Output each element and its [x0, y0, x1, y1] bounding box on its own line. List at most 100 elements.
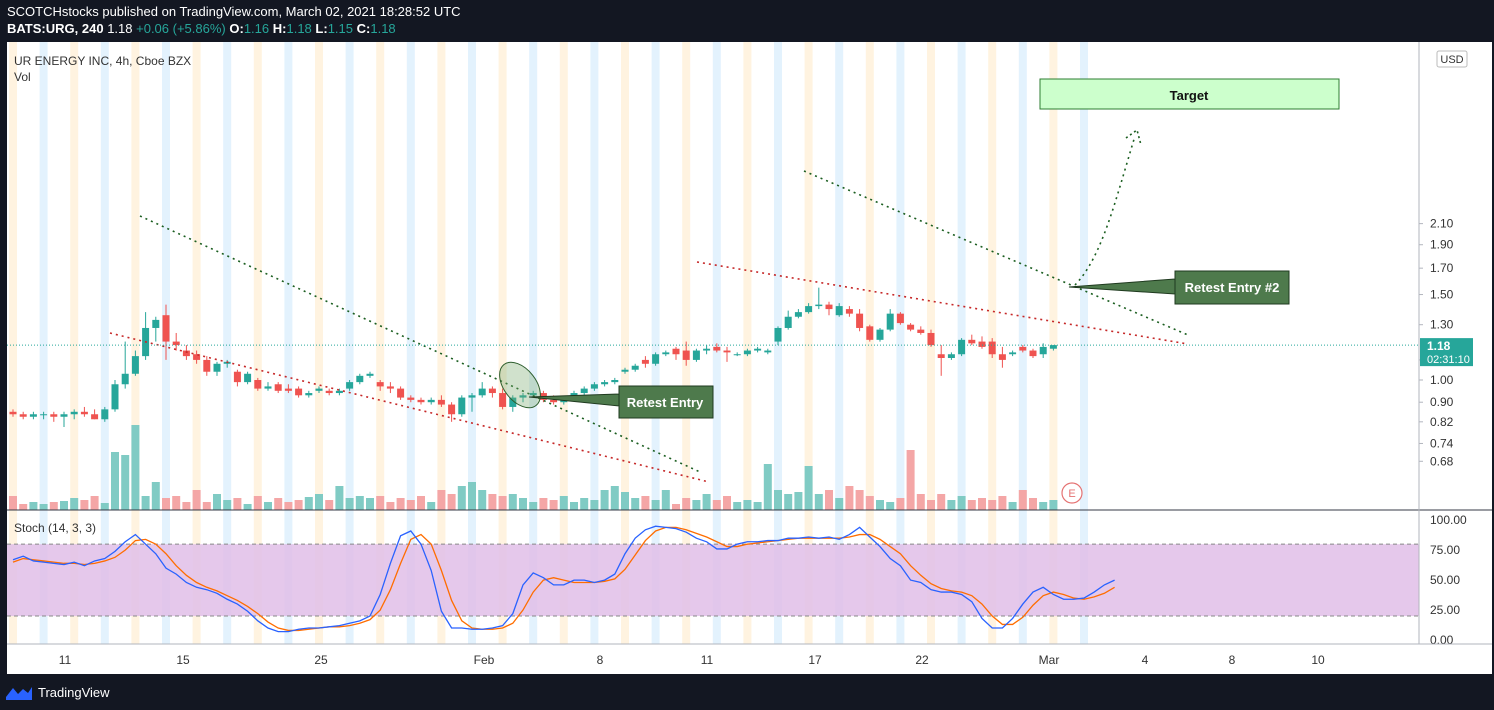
time-tick-label: 10	[1311, 653, 1325, 667]
candle	[386, 382, 394, 394]
volume-bar	[151, 482, 160, 510]
volume-bar	[865, 496, 874, 510]
volume-bar	[468, 482, 476, 510]
candle	[947, 352, 955, 360]
volume-bar	[702, 494, 711, 510]
stoch-legend[interactable]: Stoch (14, 3, 3)	[14, 521, 96, 535]
candle	[968, 334, 976, 346]
volume-bar	[457, 486, 466, 510]
earnings-marker[interactable]: E	[1061, 482, 1083, 504]
volume-bar	[570, 502, 578, 510]
volume-bar	[49, 502, 58, 510]
stoch-tick-label: 25.00	[1430, 603, 1460, 617]
stoch-tick-label: 50.00	[1430, 573, 1460, 587]
volume-bar	[202, 502, 211, 510]
candle	[356, 373, 364, 385]
volume-bar	[733, 502, 742, 510]
volume-bar	[29, 502, 38, 510]
candle	[50, 411, 58, 422]
candle	[244, 371, 252, 385]
price-tick-label: 0.68	[1430, 454, 1454, 468]
candle	[784, 310, 792, 330]
volume-bar	[396, 498, 405, 510]
volume-bar	[804, 466, 813, 510]
volume-bar	[559, 496, 568, 510]
volume-bar	[784, 494, 793, 510]
retest-label-1: Retest Entry	[627, 395, 704, 410]
volume-bar	[896, 498, 905, 510]
symbol-label[interactable]: BATS:URG, 240	[7, 21, 104, 36]
volume-bar	[223, 500, 232, 510]
volume-bar	[998, 496, 1007, 510]
low-value: 1.15	[327, 21, 354, 36]
candle	[488, 386, 496, 398]
footer[interactable]: TradingView	[6, 681, 110, 703]
target-box[interactable]: Target	[1039, 78, 1340, 110]
volume-bar	[376, 496, 385, 510]
volume-bar	[478, 490, 487, 510]
candle	[397, 386, 405, 400]
time-tick-label: 4	[1142, 653, 1149, 667]
time-axis[interactable]: 11 15 25 Feb 8 11 17 22 Mar 4 8 10	[59, 653, 1325, 667]
volume-bar	[264, 502, 272, 510]
candle	[856, 309, 864, 332]
candle	[417, 397, 425, 405]
candle	[152, 316, 160, 342]
volume-bar	[774, 490, 782, 510]
volume-bar	[712, 500, 721, 510]
volume-bar	[355, 496, 364, 510]
volume-bar	[723, 496, 731, 510]
candle	[825, 301, 833, 316]
volume-bar	[876, 500, 884, 510]
symbol-legend[interactable]: UR ENERGY INC, 4h, Cboe BZX	[14, 54, 191, 68]
candle	[91, 409, 99, 420]
candle	[692, 348, 700, 362]
stoch-scale[interactable]: 100.00 75.00 50.00 25.00 0.00	[1430, 513, 1467, 647]
volume-bar	[417, 496, 425, 510]
volume-bar	[1039, 502, 1048, 510]
volume-bar	[967, 500, 976, 510]
candle	[815, 287, 823, 310]
stoch-tick-label: 0.00	[1430, 633, 1454, 647]
volume-bar	[253, 496, 262, 510]
candle	[907, 323, 915, 332]
arrow-head-icon	[1125, 128, 1142, 146]
volume-bar	[600, 490, 609, 510]
price-tick-label: 2.10	[1430, 217, 1454, 231]
volume-bar	[825, 490, 833, 510]
chart-svg[interactable]: Target Retest Entry Retest Entry #2 E 2.…	[7, 42, 1492, 674]
candle	[866, 324, 874, 342]
volume-bar	[9, 496, 17, 510]
time-tick-label: 17	[808, 653, 822, 667]
volume-bar	[927, 500, 935, 510]
candle	[754, 346, 762, 353]
volume-bar	[406, 500, 415, 510]
currency-badge[interactable]: USD	[1436, 50, 1468, 68]
volume-bar	[641, 496, 650, 510]
volume-bar	[498, 496, 507, 510]
brand-label: TradingView	[38, 684, 110, 700]
volume-bar	[621, 492, 629, 510]
candle	[1029, 348, 1037, 359]
volume-legend[interactable]: Vol	[14, 70, 31, 84]
volume-bar	[957, 496, 966, 510]
volume-bar	[855, 490, 864, 510]
volume-bar	[19, 504, 28, 510]
volume-bar	[845, 486, 854, 510]
price-tick-label: 1.50	[1430, 288, 1454, 302]
candle	[631, 363, 639, 372]
volume-bar	[345, 498, 354, 510]
high-label: H:	[272, 21, 287, 36]
time-tick-label: 11	[59, 653, 72, 667]
last-price: 1.18	[107, 21, 133, 36]
volume-bar	[1049, 500, 1058, 510]
time-tick-label: 8	[1229, 653, 1236, 667]
candle	[958, 338, 966, 357]
volume-bar	[794, 492, 803, 510]
volume-bar	[1029, 498, 1037, 510]
stoch-tick-label: 75.00	[1430, 543, 1460, 557]
candle	[274, 382, 282, 394]
chart-area[interactable]: Target Retest Entry Retest Entry #2 E 2.…	[7, 42, 1492, 674]
volume-bar	[947, 500, 956, 510]
candle	[937, 345, 945, 376]
